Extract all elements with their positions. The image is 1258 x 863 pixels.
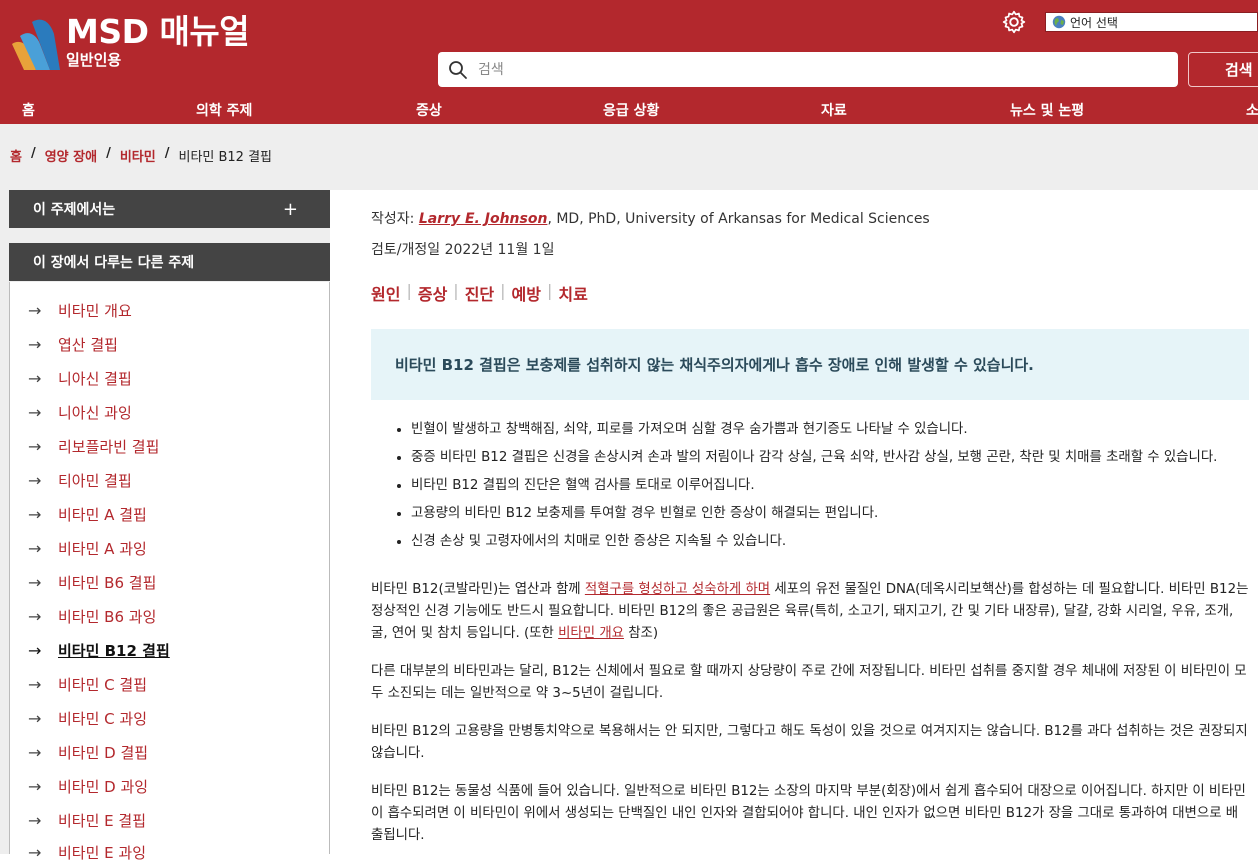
jump-link-treatment[interactable]: 치료 (558, 281, 587, 305)
sidebar-item-vitamin-c-deficiency[interactable]: → 비타민 C 결핍 (28, 674, 147, 694)
nav-item-home[interactable]: 홈 (22, 100, 35, 120)
nav-item-emergencies[interactable]: 응급 상황 (603, 100, 659, 120)
sidebar-item-vitamin-e-deficiency[interactable]: → 비타민 E 결핍 (28, 810, 146, 830)
jump-link-separator: | (406, 281, 412, 300)
breadcrumb-current: 비타민 B12 결핍 (178, 150, 273, 165)
nav-item-symptoms[interactable]: 증상 (416, 100, 442, 120)
globe-icon (1052, 15, 1066, 29)
in-this-topic-label: 이 주제에서는 (33, 202, 116, 218)
sidebar-item-riboflavin-deficiency[interactable]: → 리보플라빈 결핍 (28, 436, 159, 456)
arrow-right-icon: → (28, 402, 42, 422)
site-header: MSD 매뉴얼 일반인용 언어 선택 검색 홈 의학 주제 증상 응급 상황 자… (0, 0, 1258, 124)
arrow-right-icon: → (28, 776, 42, 796)
sidebar-item-vitamin-a-excess[interactable]: → 비타민 A 과잉 (28, 538, 147, 558)
other-topics-heading: 이 장에서 다루는 다른 주제 (9, 243, 330, 281)
breadcrumb: 홈 / 영양 장애 / 비타민 / 비타민 B12 결핍 (10, 146, 272, 165)
sidebar-item-folate-deficiency[interactable]: → 엽산 결핍 (28, 334, 118, 354)
sidebar-item-thiamin-deficiency[interactable]: → 티아민 결핍 (28, 470, 132, 490)
summary-callout: 비타민 B12 결핍은 보충제를 섭취하지 않는 채식주의자에게나 흡수 장애로… (371, 329, 1249, 400)
list-item: 신경 손상 및 고령자에서의 치매로 인한 증상은 지속될 수 있습니다. (411, 530, 1249, 553)
arrow-right-icon: → (28, 606, 42, 626)
sidebar-item-niacin-deficiency[interactable]: → 니아신 결핍 (28, 368, 132, 388)
breadcrumb-home[interactable]: 홈 (10, 146, 22, 165)
arrow-right-icon: → (28, 436, 42, 456)
arrow-right-icon: → (28, 708, 42, 728)
nav-item-news[interactable]: 뉴스 및 논평 (1010, 100, 1084, 120)
in-this-topic-toggle[interactable]: 이 주제에서는 + (9, 190, 330, 228)
paragraph-4: 비타민 B12는 동물성 식품에 들어 있습니다. 일반적으로 비타민 B12는… (371, 784, 1246, 843)
nav-item-more[interactable]: 소 (1246, 100, 1258, 120)
paragraph-3: 비타민 B12의 고용량을 만병통치약으로 복용해서는 안 되지만, 그렇다고 … (371, 724, 1248, 761)
jump-link-separator: | (546, 281, 553, 300)
brand-subtitle: 일반인용 (66, 51, 122, 69)
list-item: 중증 비타민 B12 결핍은 신경을 손상시켜 손과 발의 저림이나 감각 상실… (411, 446, 1249, 469)
breadcrumb-nutritional-disorders[interactable]: 영양 장애 (45, 146, 97, 165)
nav-item-resources[interactable]: 자료 (821, 100, 847, 120)
breadcrumb-vitamins[interactable]: 비타민 (120, 146, 156, 165)
arrow-right-icon: → (28, 470, 42, 490)
arrow-right-icon: → (28, 538, 42, 558)
breadcrumb-separator: / (30, 146, 36, 161)
list-item: 고용량의 비타민 B12 보충제를 투여할 경우 빈혈로 인한 증상이 해결되는… (411, 502, 1249, 525)
jump-link-symptoms[interactable]: 증상 (418, 281, 447, 305)
list-item: 빈혈이 발생하고 창백해짐, 쇠약, 피로를 가져오며 심할 경우 숨가쁨과 현… (411, 418, 1249, 441)
search-icon (449, 60, 467, 79)
arrow-right-icon: → (28, 368, 42, 388)
arrow-right-icon: → (28, 674, 42, 694)
search-button[interactable]: 검색 (1188, 52, 1258, 87)
breadcrumb-separator: / (164, 146, 170, 161)
search-box[interactable] (438, 52, 1178, 87)
rbc-link[interactable]: 적혈구를 형성하고 성숙하게 하며 (585, 582, 770, 597)
other-topics-label: 이 장에서 다루는 다른 주제 (33, 255, 195, 271)
author-line: 작성자: Larry E. Johnson, MD, PhD, Universi… (371, 211, 930, 227)
author-link[interactable]: Larry E. Johnson (419, 211, 548, 227)
sidebar-item-vitamin-d-excess[interactable]: → 비타민 D 과잉 (28, 776, 148, 796)
sidebar-item-vitamin-a-deficiency[interactable]: → 비타민 A 결핍 (28, 504, 147, 524)
sidebar-item-niacin-excess[interactable]: → 니아신 과잉 (28, 402, 132, 422)
arrow-right-icon: → (28, 742, 42, 762)
sidebar-item-vitamin-d-deficiency[interactable]: → 비타민 D 결핍 (28, 742, 148, 762)
section-jump-links: 원인 | 증상 | 진단 | 예방 | 치료 (371, 281, 588, 305)
reviewed-date: 검토/개정일 2022년 11월 1일 (371, 242, 555, 258)
jump-link-prevention[interactable]: 예방 (512, 281, 541, 305)
paragraph-1: 비타민 B12(코발라민)는 엽산과 함께 적혈구를 형성하고 성숙하게 하며 … (371, 582, 1249, 641)
jump-link-diagnosis[interactable]: 진단 (465, 281, 494, 305)
search-input[interactable] (476, 60, 1130, 79)
arrow-right-icon: → (28, 640, 42, 660)
arrow-right-icon: → (28, 300, 42, 320)
nav-item-medical-topics[interactable]: 의학 주제 (196, 100, 252, 120)
main-nav: 홈 의학 주제 증상 응급 상황 자료 뉴스 및 논평 소 (0, 100, 1258, 122)
arrow-right-icon: → (28, 334, 42, 354)
list-item: 비타민 B12 결핍의 진단은 혈액 검사를 토대로 이루어집니다. (411, 474, 1249, 497)
arrow-right-icon: → (28, 810, 42, 830)
breadcrumb-separator: / (106, 146, 111, 161)
jump-link-causes[interactable]: 원인 (371, 281, 400, 305)
vitamin-overview-link[interactable]: 비타민 개요 (558, 626, 624, 641)
arrow-right-icon: → (28, 572, 42, 592)
sidebar-item-vitamin-overview[interactable]: → 비타민 개요 (28, 300, 132, 320)
sidebar-item-vitamin-b6-deficiency[interactable]: → 비타민 B6 결핍 (28, 572, 156, 592)
language-select[interactable]: 언어 선택 (1045, 12, 1258, 32)
gear-icon[interactable] (1001, 9, 1027, 35)
msd-logo-icon[interactable] (10, 14, 62, 72)
summary-text: 비타민 B12 결핍은 보충제를 섭취하지 않는 채식주의자에게나 흡수 장애로… (395, 356, 1034, 374)
arrow-right-icon: → (28, 842, 42, 862)
sidebar-item-vitamin-e-excess[interactable]: → 비타민 E 과잉 (28, 842, 146, 862)
plus-icon: + (282, 198, 298, 220)
paragraph-2: 다른 대부분의 비타민과는 달리, B12는 신체에서 필요로 할 때까지 상당… (371, 664, 1247, 701)
brand-title[interactable]: MSD 매뉴얼 (66, 12, 250, 52)
key-points-list: 빈혈이 발생하고 창백해짐, 쇠약, 피로를 가져오며 심할 경우 숨가쁨과 현… (371, 418, 1249, 558)
language-select-label: 언어 선택 (1070, 15, 1118, 30)
sidebar-item-vitamin-c-excess[interactable]: → 비타민 C 과잉 (28, 708, 147, 728)
sidebar-item-vitamin-b12-deficiency[interactable]: → 비타민 B12 결핍 (28, 640, 170, 660)
jump-link-separator: | (500, 281, 506, 300)
arrow-right-icon: → (28, 504, 42, 524)
jump-link-separator: | (453, 281, 459, 300)
sidebar-item-vitamin-b6-excess[interactable]: → 비타민 B6 과잉 (28, 606, 156, 626)
